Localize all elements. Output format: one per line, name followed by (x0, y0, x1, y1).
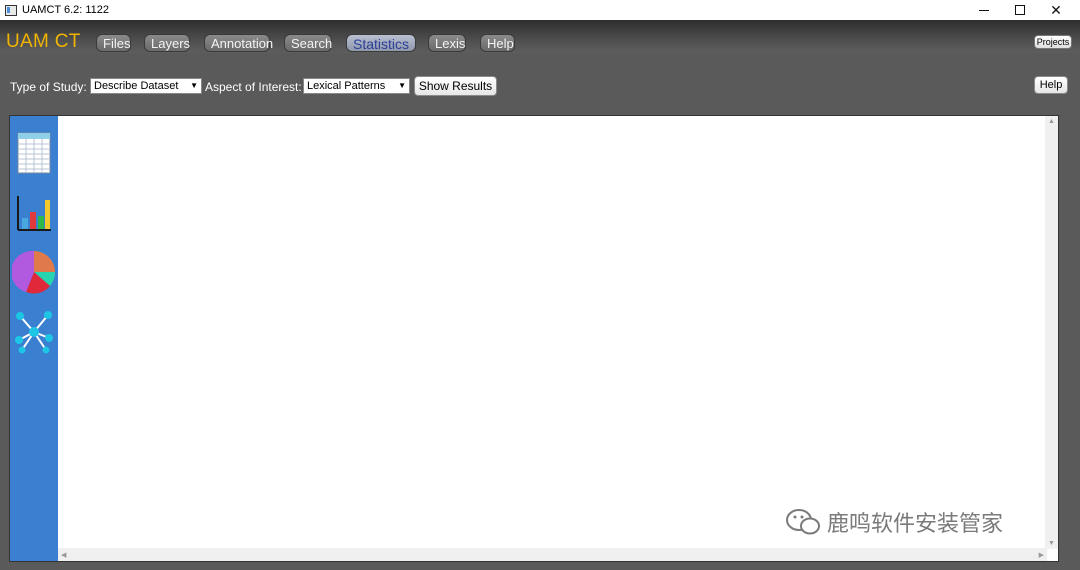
close-icon: ✕ (1050, 1, 1062, 18)
aspect-value: Lexical Patterns (307, 80, 386, 92)
minimize-button[interactable] (966, 0, 1002, 20)
study-type-label: Type of Study: (10, 80, 87, 94)
show-results-button[interactable]: Show Results (414, 76, 497, 96)
maximize-icon (1015, 5, 1025, 15)
projects-button[interactable]: Projects (1034, 35, 1072, 49)
title-bar: UAMCT 6.2: 1122 ✕ (0, 0, 1080, 20)
chevron-down-icon: ▼ (398, 81, 406, 90)
study-type-select[interactable]: Describe Dataset ▼ (90, 78, 202, 94)
minimize-icon (979, 9, 989, 11)
vertical-scrollbar[interactable]: ▲ ▼ (1045, 116, 1058, 549)
tab-lexis[interactable]: Lexis (428, 34, 466, 52)
tab-help[interactable]: Help (480, 34, 515, 52)
scroll-up-icon[interactable]: ▲ (1048, 118, 1055, 125)
scroll-right-icon[interactable]: ▶ (1039, 551, 1044, 559)
watermark-text: 鹿鸣软件安装管家 (827, 511, 1004, 536)
tab-layers[interactable]: Layers (144, 34, 190, 52)
tab-statistics[interactable]: Statistics (346, 34, 416, 52)
results-panel: ▲ ▼ ◀ ▶ (9, 115, 1059, 562)
close-button[interactable]: ✕ (1038, 0, 1074, 20)
tab-annotation[interactable]: Annotation (204, 34, 273, 52)
tab-search[interactable]: Search (284, 34, 332, 52)
chevron-down-icon: ▼ (190, 81, 198, 90)
tab-files[interactable]: Files (96, 34, 131, 52)
aspect-select[interactable]: Lexical Patterns ▼ (303, 78, 410, 94)
wechat-icon (786, 509, 820, 535)
maximize-button[interactable] (1002, 0, 1038, 20)
study-type-value: Describe Dataset (94, 80, 179, 92)
spreadsheet-icon[interactable] (15, 132, 53, 176)
pie-chart-icon[interactable] (11, 250, 56, 294)
watermark: 鹿鸣软件安装管家 (785, 506, 1003, 538)
scroll-left-icon[interactable]: ◀ (61, 551, 66, 559)
window-title: UAMCT 6.2: 1122 (22, 4, 110, 16)
horizontal-scrollbar[interactable]: ◀ ▶ (58, 548, 1047, 561)
network-icon[interactable] (15, 310, 53, 354)
bar-chart-icon[interactable] (15, 192, 53, 236)
statistics-sidebar (10, 116, 58, 561)
scroll-down-icon[interactable]: ▼ (1048, 540, 1055, 547)
aspect-label: Aspect of Interest: (205, 80, 302, 94)
app-icon (5, 4, 17, 16)
help-button[interactable]: Help (1034, 76, 1068, 94)
app-brand: UAM CT (6, 31, 81, 52)
statistics-toolbar: Type of Study: Describe Dataset ▼ Aspect… (0, 76, 1080, 98)
menu-bar: UAM CT Files Layers Annotation Search St… (0, 20, 1080, 53)
